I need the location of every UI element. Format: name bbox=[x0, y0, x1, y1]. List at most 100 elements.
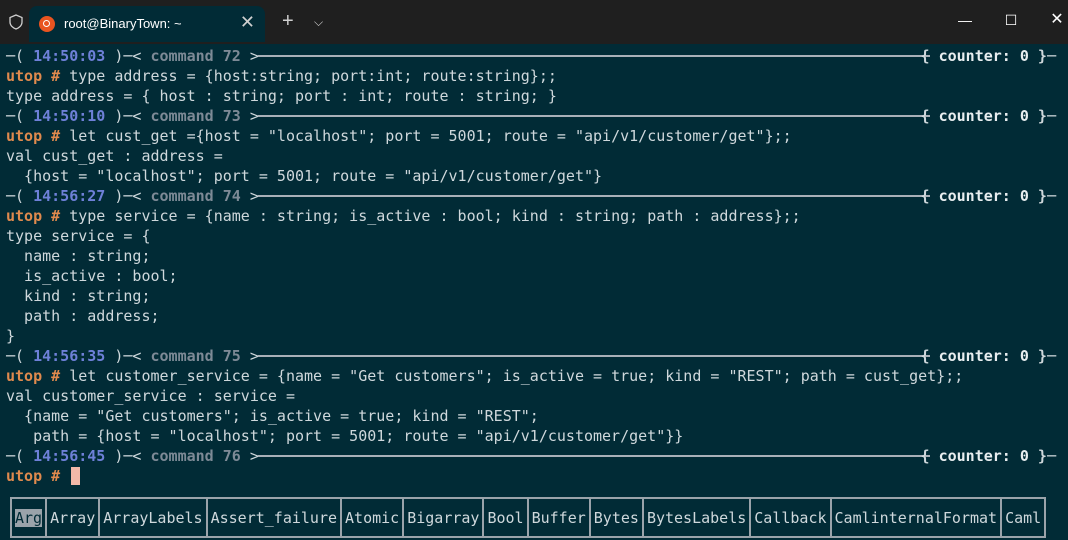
header-prefix: ─( 14:56:35 )─< command 75 > bbox=[6, 347, 259, 365]
command-number: command 73 bbox=[150, 107, 241, 125]
tab-close-icon[interactable]: ✕ bbox=[240, 12, 255, 32]
completion-item[interactable]: Buffer bbox=[526, 497, 591, 538]
command-number: command 72 bbox=[150, 47, 241, 65]
header-rule bbox=[258, 195, 930, 197]
minimize-icon[interactable]: — bbox=[942, 0, 988, 40]
completion-item[interactable]: CamlinternalFormat bbox=[829, 497, 1003, 538]
counter-value: counter: 0 bbox=[938, 47, 1029, 65]
output-line: path : address; bbox=[6, 306, 1066, 326]
output-line: name : string; bbox=[6, 246, 1066, 266]
completion-item[interactable]: Bigarray bbox=[402, 497, 485, 538]
terminal-output[interactable]: ─( 14:50:03 )─< command 72 > { counter: 0… bbox=[6, 46, 1066, 486]
command-header: ─( 14:50:10 )─< command 73 > { counter: 0… bbox=[6, 106, 1066, 126]
output-line: } bbox=[6, 326, 1066, 346]
output-line: type address = { host : string; port : i… bbox=[6, 86, 1066, 106]
counter: { counter: 0 }─ bbox=[920, 107, 1056, 125]
title-bar: root@BinaryTown: ~ ✕ + ⌵ — ☐ ✕ bbox=[0, 0, 1068, 44]
completion-item[interactable]: Atomic bbox=[340, 497, 405, 538]
completion-label: Callback bbox=[754, 508, 827, 527]
output-line: is_active : bool; bbox=[6, 266, 1066, 286]
output-line: kind : string; bbox=[6, 286, 1066, 306]
ubuntu-icon bbox=[39, 16, 55, 32]
prompt-line: utop # type service = {name : string; is… bbox=[6, 206, 1066, 226]
completion-label: Bool bbox=[487, 508, 524, 527]
output-text: path = {host = "localhost"; port = 5001;… bbox=[6, 427, 684, 445]
counter-value: counter: 0 bbox=[938, 447, 1029, 465]
command-header: ─( 14:56:35 )─< command 75 > { counter: 0… bbox=[6, 346, 1066, 366]
utop-prompt: utop # bbox=[6, 67, 70, 85]
completion-label: ArrayLabels bbox=[103, 508, 203, 527]
utop-prompt: utop # bbox=[6, 367, 70, 385]
output-line: val cust_get : address = bbox=[6, 146, 1066, 166]
completion-label: Bigarray bbox=[407, 508, 480, 527]
header-prefix: ─( 14:50:03 )─< command 72 > bbox=[6, 47, 259, 65]
chevron-down-icon[interactable]: ⌵ bbox=[314, 14, 323, 30]
command-number: command 75 bbox=[150, 347, 241, 365]
header-rule bbox=[258, 455, 930, 457]
header-rule bbox=[258, 355, 930, 357]
prompt-line: utop # type address = {host:string; port… bbox=[6, 66, 1066, 86]
output-text: type address = { host : string; port : i… bbox=[6, 87, 557, 105]
output-text: path : address; bbox=[6, 307, 160, 325]
output-text: name : string; bbox=[6, 247, 151, 265]
output-line: val customer_service : service = bbox=[6, 386, 1066, 406]
header-prefix: ─( 14:50:10 )─< command 73 > bbox=[6, 107, 259, 125]
completion-label: Array bbox=[50, 508, 96, 527]
header-rule bbox=[258, 115, 930, 117]
output-line: {host = "localhost"; port = 5001; route … bbox=[6, 166, 1066, 186]
counter: { counter: 0 }─ bbox=[920, 347, 1056, 365]
terminal-tab[interactable]: root@BinaryTown: ~ ✕ bbox=[29, 6, 265, 42]
text-cursor[interactable] bbox=[71, 467, 81, 485]
completion-label: CamlinternalFormat bbox=[834, 508, 998, 527]
output-text: {name = "Get customers"; is_active = tru… bbox=[6, 407, 539, 425]
command-header: ─( 14:56:45 )─< command 76 > { counter: 0… bbox=[6, 446, 1066, 466]
completion-label: Bytes bbox=[593, 508, 639, 527]
completion-label: Arg bbox=[15, 508, 43, 527]
timestamp: 14:50:03 bbox=[33, 47, 106, 65]
command-number: command 76 bbox=[150, 447, 241, 465]
close-icon[interactable]: ✕ bbox=[1034, 0, 1068, 40]
new-tab-icon[interactable]: + bbox=[282, 11, 294, 31]
counter-value: counter: 0 bbox=[938, 107, 1029, 125]
output-text: } bbox=[6, 327, 16, 345]
input-text: let customer_service = {name = "Get cust… bbox=[69, 367, 964, 385]
shield-icon[interactable] bbox=[9, 14, 23, 30]
completion-label: Caml bbox=[1005, 508, 1042, 527]
completion-item[interactable]: ArrayLabels bbox=[98, 497, 208, 538]
timestamp: 14:50:10 bbox=[33, 107, 106, 125]
completion-label: Atomic bbox=[345, 508, 400, 527]
completion-label: Assert_failure bbox=[210, 508, 338, 527]
completion-item[interactable]: BytesLabels bbox=[641, 497, 752, 538]
tab-title: root@BinaryTown: ~ bbox=[64, 16, 182, 31]
timestamp: 14:56:35 bbox=[33, 347, 106, 365]
timestamp: 14:56:27 bbox=[33, 187, 106, 205]
completion-item[interactable]: Arg bbox=[10, 497, 48, 538]
completion-item[interactable]: Caml bbox=[1000, 497, 1047, 538]
prompt-line: utop # let customer_service = {name = "G… bbox=[6, 366, 1066, 386]
command-header: ─( 14:50:03 )─< command 72 > { counter: 0… bbox=[6, 46, 1066, 66]
completion-bar: Arg Array ArrayLabels Assert_failure Atomic B… bbox=[10, 497, 1056, 538]
counter: { counter: 0 }─ bbox=[920, 47, 1056, 65]
counter: { counter: 0 }─ bbox=[920, 447, 1056, 465]
completion-item[interactable]: Array bbox=[45, 497, 101, 538]
maximize-icon[interactable]: ☐ bbox=[988, 0, 1034, 40]
completion-label: Buffer bbox=[531, 508, 586, 527]
command-header: ─( 14:56:27 )─< command 74 > { counter: 0… bbox=[6, 186, 1066, 206]
completion-item[interactable]: Assert_failure bbox=[205, 497, 343, 538]
counter: { counter: 0 }─ bbox=[920, 187, 1056, 205]
output-text: {host = "localhost"; port = 5001; route … bbox=[6, 167, 603, 185]
completion-item[interactable]: Bool bbox=[482, 497, 529, 538]
input-text: type service = {name : string; is_active… bbox=[69, 207, 801, 225]
header-prefix: ─( 14:56:45 )─< command 76 > bbox=[6, 447, 259, 465]
output-text: val customer_service : service = bbox=[6, 387, 295, 405]
completion-item[interactable]: Callback bbox=[749, 497, 832, 538]
header-prefix: ─( 14:56:27 )─< command 74 > bbox=[6, 187, 259, 205]
utop-prompt: utop # bbox=[6, 467, 70, 485]
counter-value: counter: 0 bbox=[938, 347, 1029, 365]
completion-item[interactable]: Bytes bbox=[588, 497, 644, 538]
prompt-line[interactable]: utop # bbox=[6, 466, 1066, 486]
output-line: {name = "Get customers"; is_active = tru… bbox=[6, 406, 1066, 426]
utop-prompt: utop # bbox=[6, 127, 70, 145]
input-text: let cust_get ={host = "localhost"; port … bbox=[69, 127, 792, 145]
counter-value: counter: 0 bbox=[938, 187, 1029, 205]
